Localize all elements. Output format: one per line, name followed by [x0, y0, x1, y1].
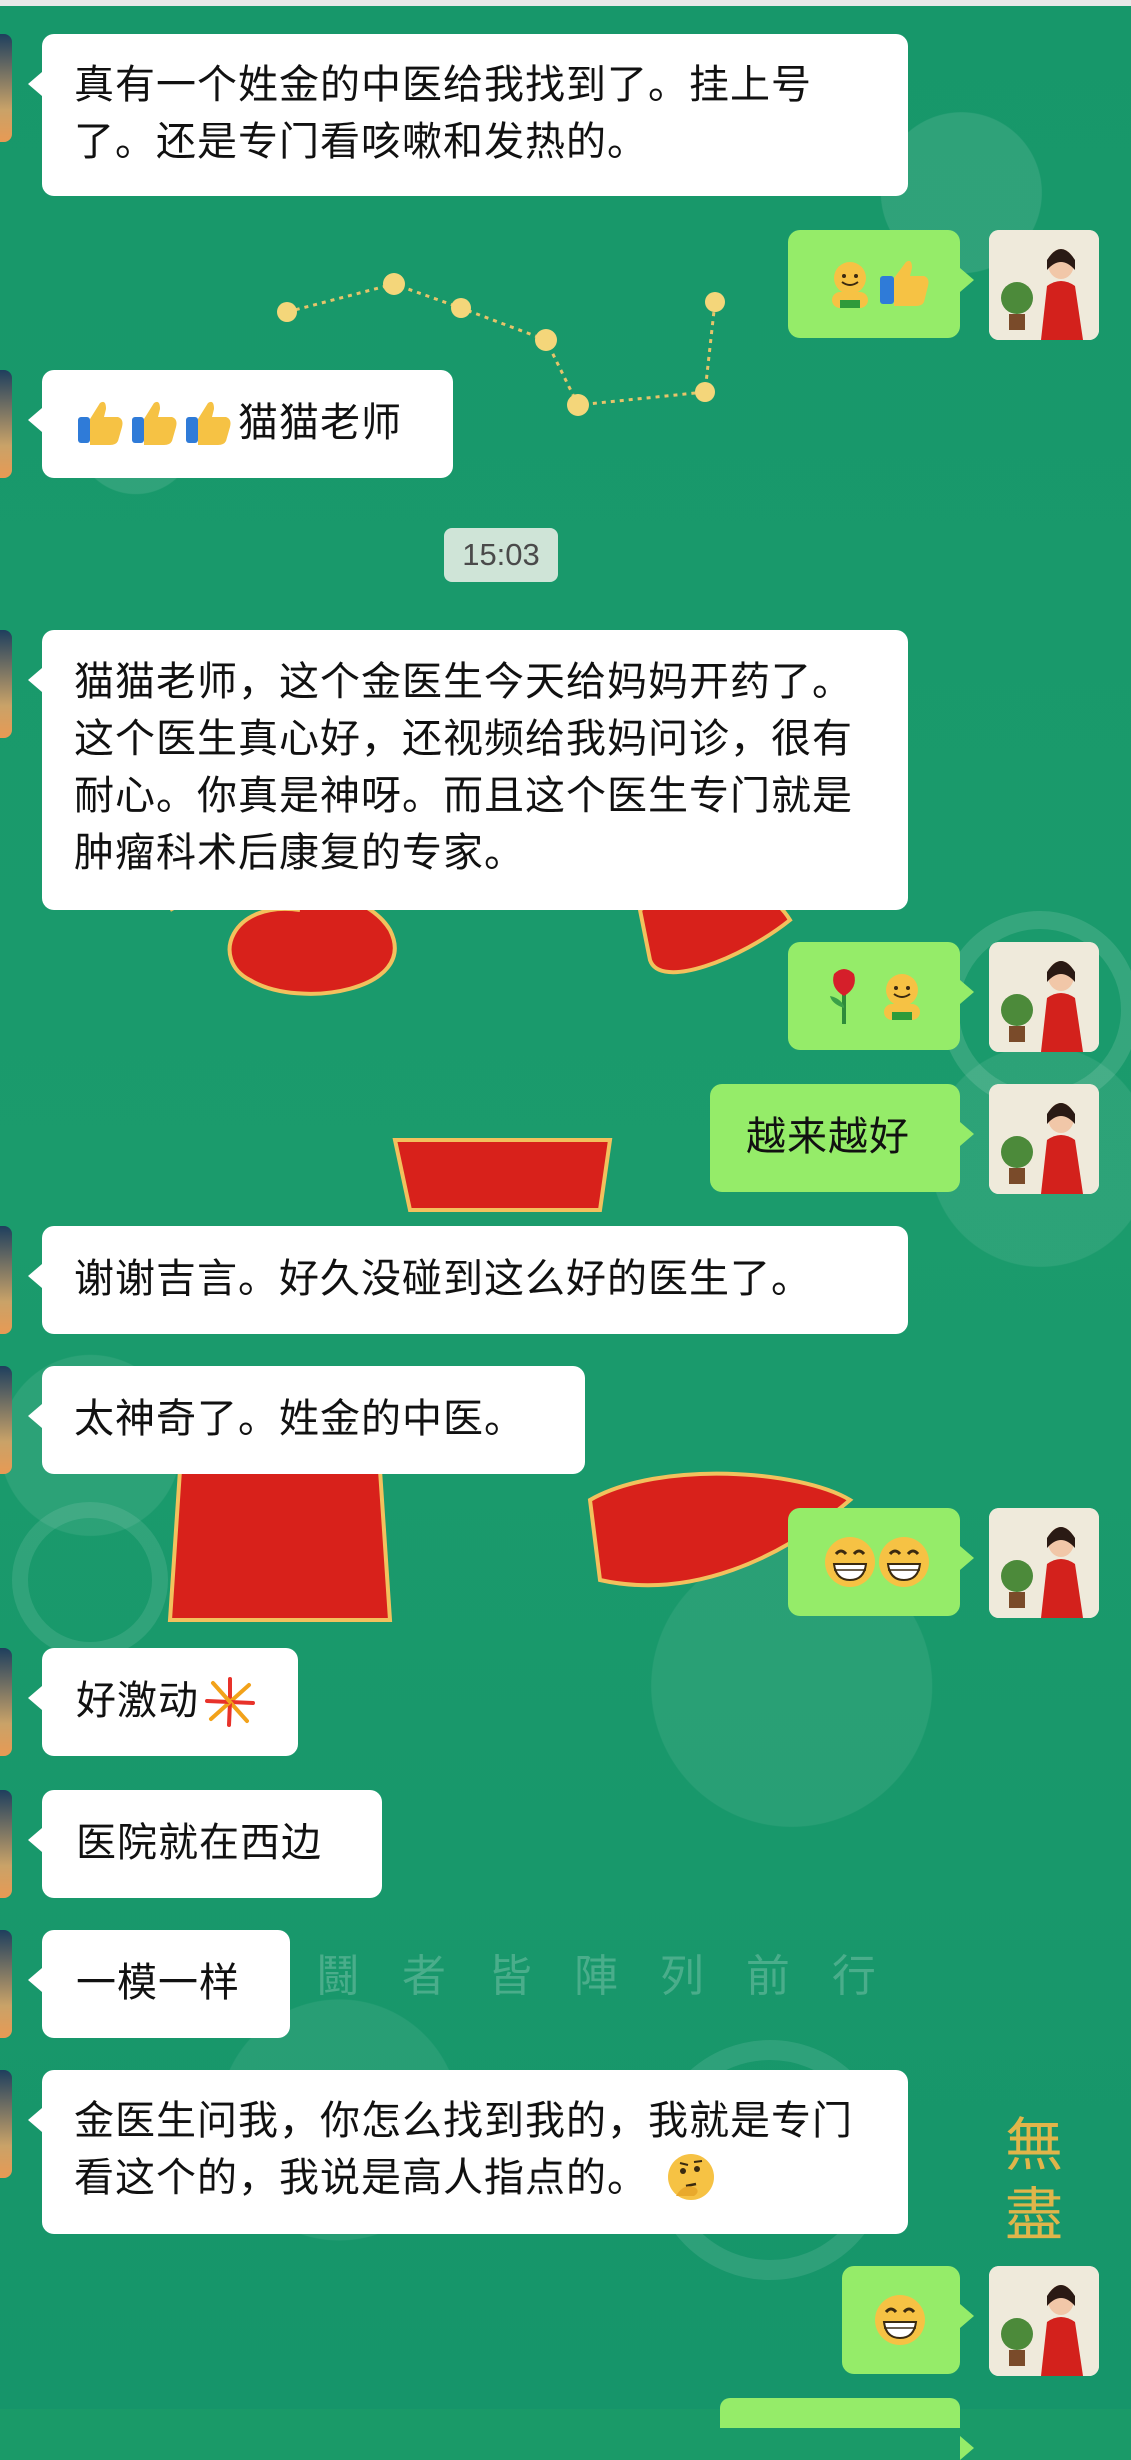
- message-bubble[interactable]: [788, 942, 974, 1050]
- message-bubble[interactable]: 一模一样: [28, 1930, 290, 2038]
- thumbs-up-icon: [186, 401, 231, 445]
- grin-icon: [825, 1537, 875, 1587]
- message-bubble[interactable]: 真有一个姓金的中医给我找到了。挂上号了。还是专门看咳嗽和发热的。: [28, 34, 908, 196]
- chat-background: 兵 鬪 者 皆 陣 列 前 行 無盡: [0, 0, 1131, 2409]
- user-avatar[interactable]: [989, 1508, 1099, 1618]
- contact-avatar[interactable]: [0, 34, 12, 142]
- top-status-strip: [0, 0, 1131, 6]
- background-seal-text: 無盡: [1005, 2111, 1064, 2249]
- user-avatar[interactable]: [989, 230, 1099, 340]
- grin-icon: [879, 1537, 929, 1587]
- contact-avatar[interactable]: [0, 1930, 12, 2038]
- thumbs-up-row: [78, 401, 231, 445]
- message-bubble[interactable]: 金医生问我，你怎么找到我的，我就是专门看这个的，我说是高人指点的。: [28, 2070, 908, 2234]
- user-avatar[interactable]: [989, 2266, 1099, 2376]
- message-text: 好激动: [76, 1678, 199, 1724]
- rose-icon: [830, 969, 855, 1024]
- message-bubble[interactable]: [842, 2266, 974, 2374]
- message-bubble[interactable]: [788, 1508, 974, 1616]
- message-bubble[interactable]: 太神奇了。姓金的中医。: [28, 1366, 585, 1474]
- message-bubble[interactable]: 好激动: [28, 1648, 298, 1756]
- background-caption: 兵 鬪 者 皆 陣 列 前 行: [230, 1951, 890, 2002]
- contact-avatar[interactable]: [0, 630, 12, 738]
- contact-avatar[interactable]: [0, 1366, 12, 1474]
- contact-avatar[interactable]: [0, 1226, 12, 1334]
- message-bubble[interactable]: 谢谢吉言。好久没碰到这么好的医生了。: [28, 1226, 908, 1334]
- contact-avatar[interactable]: [0, 370, 12, 478]
- fireworks-icon: [205, 1677, 255, 1727]
- message-bubble[interactable]: 越来越好: [710, 1084, 974, 1192]
- thumbs-up-icon: [78, 401, 123, 445]
- smiling-face-icon: [884, 974, 920, 1020]
- grin-icon: [875, 2295, 925, 2345]
- contact-avatar[interactable]: [0, 1648, 12, 1756]
- user-avatar[interactable]: [989, 942, 1099, 1052]
- contact-avatar[interactable]: [0, 2070, 12, 2178]
- message-bubble[interactable]: 医院就在西边: [28, 1790, 382, 1898]
- thinking-face-icon: [667, 2154, 714, 2200]
- timestamp-badge: 15:03: [444, 528, 558, 582]
- message-bubble[interactable]: [788, 230, 974, 338]
- contact-avatar[interactable]: [0, 1790, 12, 1898]
- message-text: 猫猫老师: [238, 400, 402, 446]
- thumbs-up-icon: [132, 401, 177, 445]
- message-bubble[interactable]: 猫猫老师: [28, 370, 453, 478]
- message-bubble-partial[interactable]: [720, 2398, 974, 2460]
- message-bubble[interactable]: 猫猫老师，这个金医生今天给妈妈开药了。这个医生真心好，还视频给我妈问诊，很有耐心…: [28, 630, 908, 910]
- message-text: 金医生问我，你怎么找到我的，我就是专门看这个的，我说是高人指点的。: [74, 2098, 853, 2201]
- thumbs-up-icon: [880, 260, 929, 306]
- constellation-decoration: [12, 273, 1131, 2280]
- user-avatar[interactable]: [989, 1084, 1099, 1194]
- smiling-face-icon: [832, 262, 868, 308]
